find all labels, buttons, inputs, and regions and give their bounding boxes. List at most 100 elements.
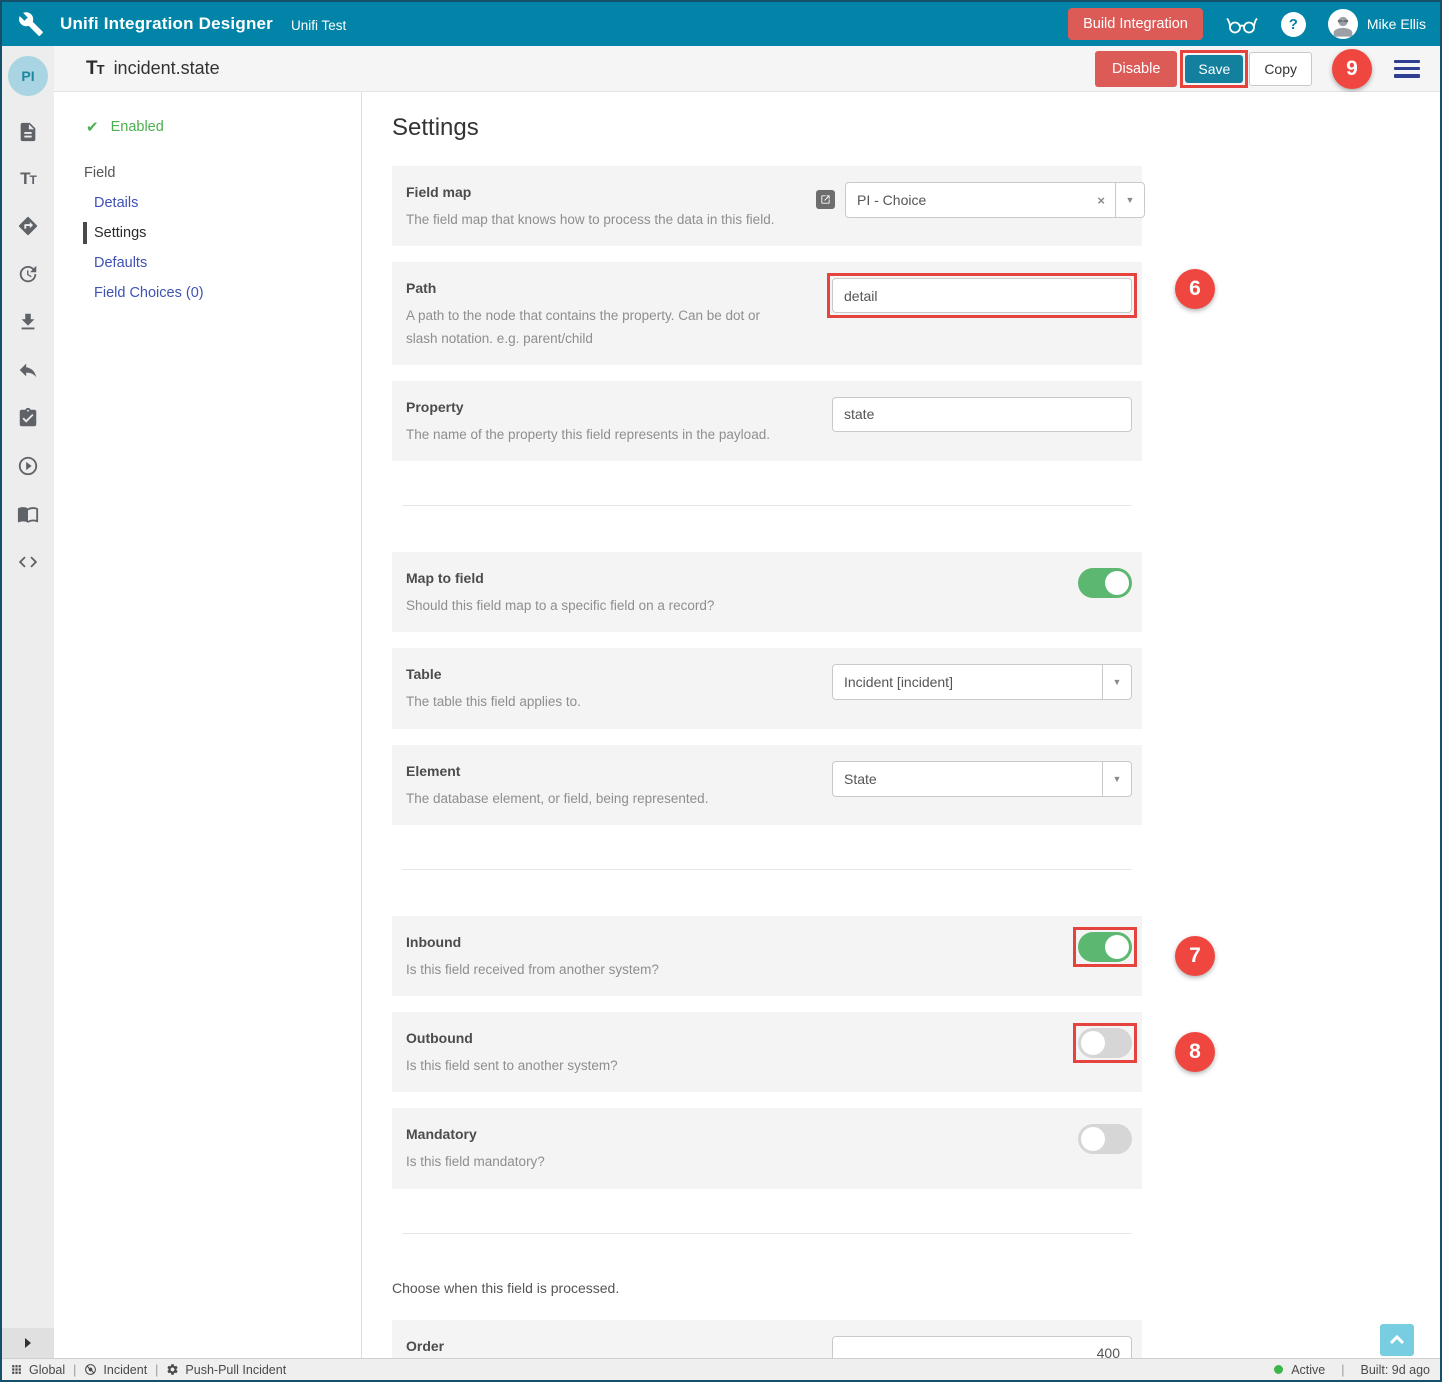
integration-crumb[interactable]: Push-Pull Incident <box>166 1363 286 1377</box>
nav-item-settings[interactable]: Settings <box>54 218 361 248</box>
record-title: incident.state <box>114 58 220 79</box>
outbound-toggle[interactable] <box>1078 1028 1132 1058</box>
inbound-toggle[interactable] <box>1078 932 1132 962</box>
gear-icon <box>166 1363 179 1376</box>
table-label: Table <box>406 666 816 682</box>
clear-icon[interactable]: × <box>1087 193 1115 208</box>
element-select[interactable]: State ▼ <box>832 761 1132 797</box>
user-name: Mike Ellis <box>1367 16 1426 32</box>
annotation-step-7: 7 <box>1175 936 1215 976</box>
grid-icon <box>10 1363 23 1376</box>
annotation-step-9: 9 <box>1332 49 1372 89</box>
mandatory-toggle[interactable] <box>1078 1124 1132 1154</box>
history-icon[interactable] <box>17 263 39 285</box>
glasses-icon[interactable] <box>1225 12 1259 36</box>
field-map-description: The field map that knows how to process … <box>406 209 794 231</box>
mandatory-label: Mandatory <box>406 1126 816 1142</box>
expand-rail-button[interactable] <box>2 1328 54 1358</box>
path-label: Path <box>406 280 816 296</box>
chevron-right-icon <box>23 1338 33 1348</box>
enabled-label: Enabled <box>111 119 164 135</box>
menu-icon[interactable] <box>1394 60 1420 78</box>
directions-icon[interactable] <box>17 215 39 237</box>
scope-crumb[interactable]: Global <box>10 1363 65 1377</box>
element-value: State <box>833 771 1102 787</box>
scroll-to-top-button[interactable] <box>1380 1324 1414 1356</box>
order-label: Order <box>406 1338 816 1354</box>
copy-button[interactable]: Copy <box>1249 52 1312 86</box>
build-integration-button[interactable]: Build Integration <box>1068 8 1203 40</box>
integration-avatar[interactable]: PI <box>8 56 48 96</box>
table-crumb-label: Incident <box>103 1363 147 1377</box>
check-icon: ✔ <box>86 118 99 136</box>
table-value: Incident [incident] <box>833 674 1102 690</box>
open-record-icon[interactable] <box>816 190 835 209</box>
save-button[interactable]: Save <box>1185 55 1243 83</box>
chevron-down-icon[interactable]: ▼ <box>1102 665 1131 699</box>
user-menu[interactable]: Mike Ellis <box>1328 9 1426 39</box>
order-row: Order The order at which this field is p… <box>392 1320 1142 1358</box>
separator: | <box>73 1363 76 1377</box>
order-input[interactable] <box>832 1336 1132 1358</box>
book-icon[interactable] <box>17 503 39 525</box>
nav-item-field-choices[interactable]: Field Choices (0) <box>54 278 361 308</box>
path-description: A path to the node that contains the pro… <box>406 305 794 350</box>
field-map-row: Field map The field map that knows how t… <box>392 166 1142 246</box>
annotation-step-6: 6 <box>1175 269 1215 309</box>
table-description: The table this field applies to. <box>406 691 794 713</box>
field-map-value: PI - Choice <box>846 192 1087 208</box>
record-nav-panel: ✔ Enabled Field Details Settings Default… <box>54 92 362 1358</box>
task-check-icon[interactable] <box>17 407 39 429</box>
outbound-label: Outbound <box>406 1030 816 1046</box>
map-to-field-row: Map to field Should this field map to a … <box>392 552 1142 632</box>
unifi-integration-designer-window: Unifi Integration Designer Unifi Test Bu… <box>0 0 1442 1382</box>
element-row: Element The database element, or field, … <box>392 745 1142 825</box>
path-input[interactable] <box>832 278 1132 313</box>
map-to-field-toggle[interactable] <box>1078 568 1132 598</box>
incident-icon <box>84 1363 97 1376</box>
chevron-down-icon[interactable]: ▼ <box>1102 762 1131 796</box>
table-row: Table The table this field applies to. I… <box>392 648 1142 728</box>
page-title: Settings <box>392 114 1440 142</box>
map-to-field-description: Should this field map to a specific fiel… <box>406 595 794 617</box>
map-to-field-label: Map to field <box>406 570 816 586</box>
field-map-select[interactable]: PI - Choice × ▼ <box>845 182 1145 218</box>
table-select[interactable]: Incident [incident] ▼ <box>832 664 1132 700</box>
nav-item-defaults[interactable]: Defaults <box>54 248 361 278</box>
inbound-row: Inbound Is this field received from anot… <box>392 916 1142 996</box>
chevron-down-icon[interactable]: ▼ <box>1115 183 1144 217</box>
built-label: Built: 9d ago <box>1361 1363 1431 1377</box>
outbound-row: Outbound Is this field sent to another s… <box>392 1012 1142 1092</box>
section-divider <box>402 1233 1132 1234</box>
integration-crumb-label: Push-Pull Incident <box>185 1363 286 1377</box>
mandatory-description: Is this field mandatory? <box>406 1151 794 1173</box>
download-icon[interactable] <box>17 311 39 333</box>
path-row: Path A path to the node that contains th… <box>392 262 1142 365</box>
workspace-name: Unifi Test <box>291 18 346 33</box>
app-title: Unifi Integration Designer <box>60 14 273 34</box>
inbound-description: Is this field received from another syst… <box>406 959 794 981</box>
wrench-icon <box>18 11 44 37</box>
top-header: Unifi Integration Designer Unifi Test Bu… <box>2 2 1440 46</box>
process-note: Choose when this field is processed. <box>392 1280 1440 1296</box>
reply-icon[interactable] <box>17 359 39 381</box>
property-row: Property The name of the property this f… <box>392 381 1142 461</box>
annotation-step-8: 8 <box>1175 1032 1215 1072</box>
separator: | <box>155 1363 158 1377</box>
help-icon[interactable]: ? <box>1281 12 1306 37</box>
active-status-label: Active <box>1291 1363 1325 1377</box>
property-input[interactable] <box>832 397 1132 432</box>
field-type-icon: TT <box>86 58 104 80</box>
element-label: Element <box>406 763 816 779</box>
text-fields-icon[interactable]: TT <box>20 169 36 189</box>
save-annotation-wrap: Save <box>1185 55 1243 83</box>
play-circle-icon[interactable] <box>17 455 39 477</box>
code-icon[interactable] <box>17 551 39 573</box>
document-icon[interactable] <box>17 121 39 143</box>
nav-item-details[interactable]: Details <box>54 188 361 218</box>
enabled-status: ✔ Enabled <box>54 112 361 142</box>
status-bar: Global | Incident | Push-Pull Incident A… <box>2 1358 1440 1380</box>
inbound-label: Inbound <box>406 934 816 950</box>
table-crumb[interactable]: Incident <box>84 1363 147 1377</box>
disable-button[interactable]: Disable <box>1095 51 1177 87</box>
